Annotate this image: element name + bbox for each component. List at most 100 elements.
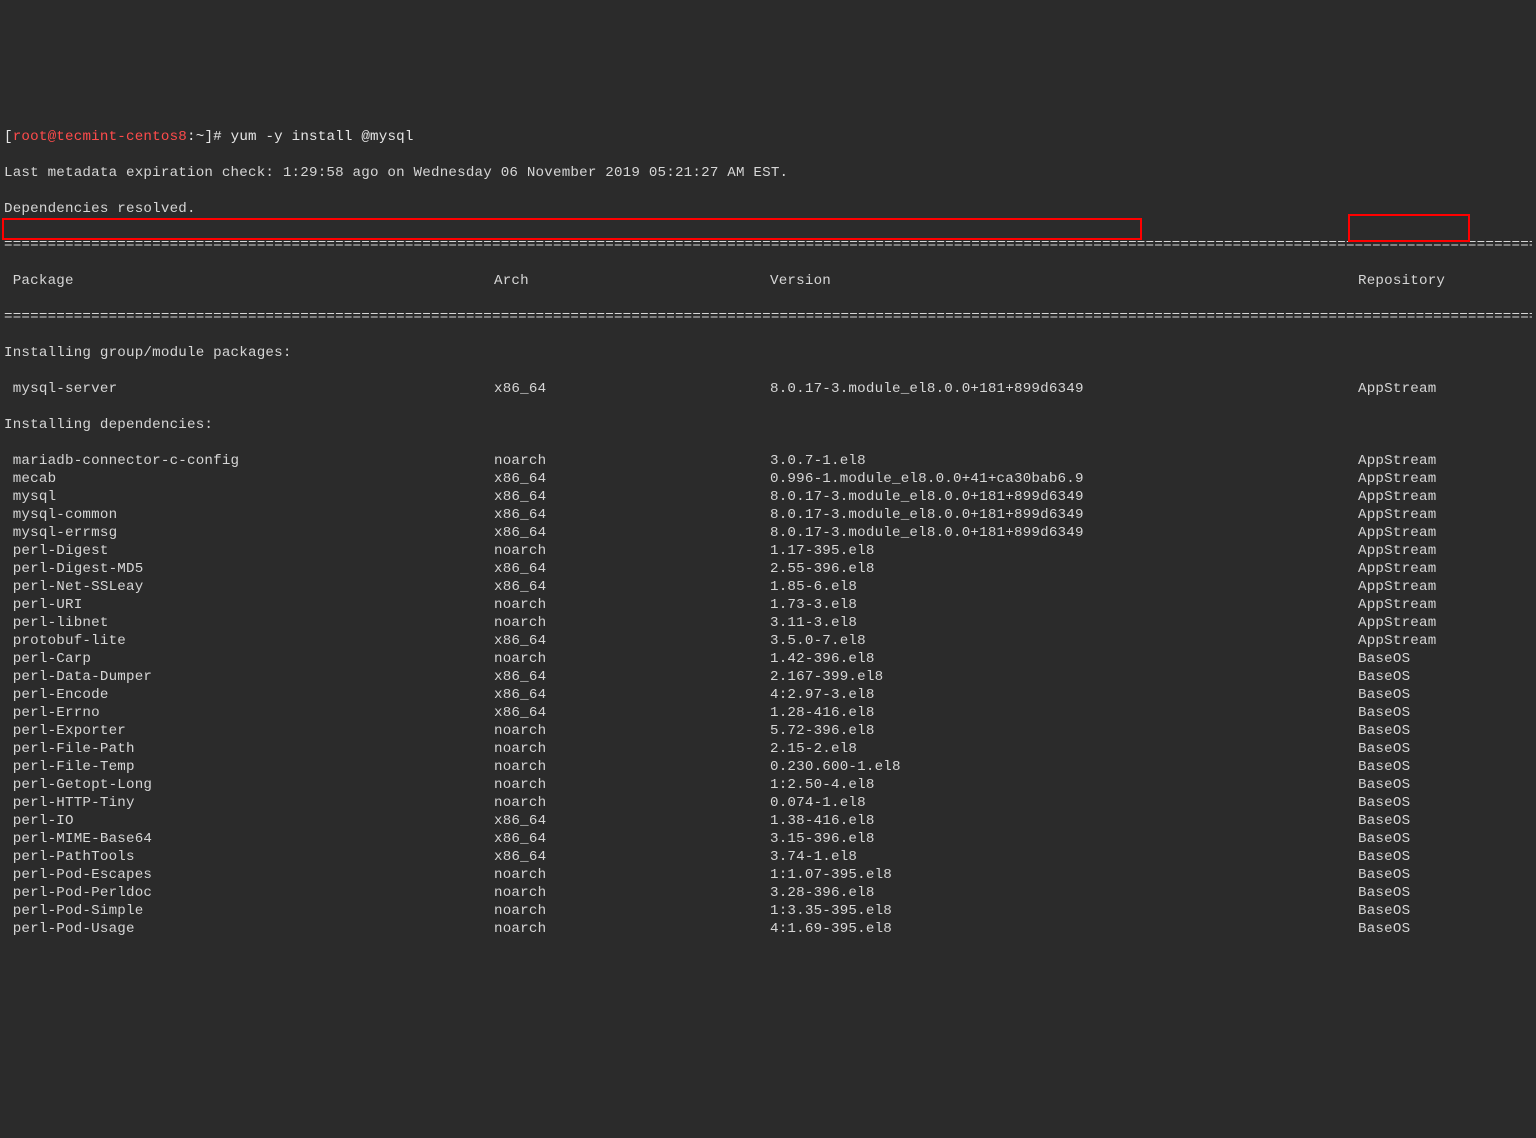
table-row: perl-HTTP-Tinynoarch0.074-1.el8BaseOS [4, 794, 1532, 812]
cell-version: 0.074-1.el8 [770, 794, 1358, 812]
table-row: perl-PathToolsx86_643.74-1.el8BaseOS [4, 848, 1532, 866]
separator-line: ========================================… [4, 308, 1532, 326]
cell-package: perl-URI [4, 596, 494, 614]
table-row: perl-Errnox86_641.28-416.el8BaseOS [4, 704, 1532, 722]
cell-repository: BaseOS [1358, 650, 1410, 668]
table-header-row: PackageArchVersionRepository [4, 272, 1532, 290]
cell-version: 1.17-395.el8 [770, 542, 1358, 560]
cell-version: 3.11-3.el8 [770, 614, 1358, 632]
cell-arch: x86_64 [494, 848, 770, 866]
table-row: mecabx86_640.996-1.module_el8.0.0+41+ca3… [4, 470, 1532, 488]
col-header-arch: Arch [494, 272, 770, 290]
separator-line: ========================================… [4, 236, 1532, 254]
cell-version: 3.28-396.el8 [770, 884, 1358, 902]
cell-repository: BaseOS [1358, 740, 1410, 758]
cell-arch: x86_64 [494, 578, 770, 596]
cell-package: perl-MIME-Base64 [4, 830, 494, 848]
cell-repository: BaseOS [1358, 812, 1410, 830]
cell-repository: BaseOS [1358, 848, 1410, 866]
cell-version: 2.55-396.el8 [770, 560, 1358, 578]
cell-version: 4:1.69-395.el8 [770, 920, 1358, 938]
output-line: Last metadata expiration check: 1:29:58 … [4, 164, 1532, 182]
cell-package: perl-IO [4, 812, 494, 830]
cell-version: 1.85-6.el8 [770, 578, 1358, 596]
cell-version: 1:2.50-4.el8 [770, 776, 1358, 794]
cell-arch: noarch [494, 920, 770, 938]
table-row: perl-Getopt-Longnoarch1:2.50-4.el8BaseOS [4, 776, 1532, 794]
table-row: perl-Pod-Perldocnoarch3.28-396.el8BaseOS [4, 884, 1532, 902]
table-row: perl-IOx86_641.38-416.el8BaseOS [4, 812, 1532, 830]
cell-repository: AppStream [1358, 380, 1436, 398]
cell-package: mecab [4, 470, 494, 488]
cell-version: 0.996-1.module_el8.0.0+41+ca30bab6.9 [770, 470, 1358, 488]
cell-repository: BaseOS [1358, 830, 1410, 848]
cell-arch: noarch [494, 596, 770, 614]
col-header-repository: Repository [1358, 272, 1445, 290]
cell-repository: AppStream [1358, 614, 1436, 632]
cell-package: perl-File-Temp [4, 758, 494, 776]
cell-package: perl-Net-SSLeay [4, 578, 494, 596]
cell-package: mysql-server [4, 380, 494, 398]
cell-arch: noarch [494, 902, 770, 920]
cell-arch: noarch [494, 650, 770, 668]
table-row: perl-Exporternoarch5.72-396.el8BaseOS [4, 722, 1532, 740]
cell-repository: AppStream [1358, 452, 1436, 470]
cell-arch: noarch [494, 452, 770, 470]
cell-arch: x86_64 [494, 632, 770, 650]
table-row: protobuf-litex86_643.5.0-7.el8AppStream [4, 632, 1532, 650]
table-row: perl-Encodex86_644:2.97-3.el8BaseOS [4, 686, 1532, 704]
cell-repository: AppStream [1358, 542, 1436, 560]
cell-package: perl-Encode [4, 686, 494, 704]
table-row: perl-Pod-Usagenoarch4:1.69-395.el8BaseOS [4, 920, 1532, 938]
cell-arch: x86_64 [494, 704, 770, 722]
cell-version: 1:1.07-395.el8 [770, 866, 1358, 884]
command-text: yum -y install @mysql [222, 129, 414, 145]
cell-package: perl-Pod-Perldoc [4, 884, 494, 902]
cell-version: 8.0.17-3.module_el8.0.0+181+899d6349 [770, 524, 1358, 542]
cell-repository: AppStream [1358, 578, 1436, 596]
cell-arch: noarch [494, 776, 770, 794]
section-header: Installing group/module packages: [4, 344, 1532, 362]
table-row: mysql-errmsgx86_648.0.17-3.module_el8.0.… [4, 524, 1532, 542]
table-row: perl-Carpnoarch1.42-396.el8BaseOS [4, 650, 1532, 668]
table-row: perl-MIME-Base64x86_643.15-396.el8BaseOS [4, 830, 1532, 848]
cell-version: 2.167-399.el8 [770, 668, 1358, 686]
cell-package: perl-Digest-MD5 [4, 560, 494, 578]
cell-repository: BaseOS [1358, 920, 1410, 938]
cell-package: perl-Digest [4, 542, 494, 560]
cell-repository: BaseOS [1358, 776, 1410, 794]
cell-version: 3.0.7-1.el8 [770, 452, 1358, 470]
cell-repository: AppStream [1358, 524, 1436, 542]
prompt-open-bracket: [ [4, 129, 13, 145]
cell-repository: AppStream [1358, 470, 1436, 488]
cell-arch: noarch [494, 614, 770, 632]
cell-package: perl-PathTools [4, 848, 494, 866]
cell-arch: x86_64 [494, 560, 770, 578]
cell-package: mysql-errmsg [4, 524, 494, 542]
col-header-version: Version [770, 272, 1358, 290]
cell-package: mariadb-connector-c-config [4, 452, 494, 470]
cell-repository: BaseOS [1358, 704, 1410, 722]
cell-package: perl-Carp [4, 650, 494, 668]
cell-arch: x86_64 [494, 686, 770, 704]
cell-version: 1.73-3.el8 [770, 596, 1358, 614]
table-row: mysql-commonx86_648.0.17-3.module_el8.0.… [4, 506, 1532, 524]
terminal-output[interactable]: [root@tecmint-centos8:~]# yum -y install… [0, 90, 1536, 1048]
cell-package: perl-Pod-Simple [4, 902, 494, 920]
cell-package: mysql-common [4, 506, 494, 524]
cell-arch: noarch [494, 884, 770, 902]
table-row: perl-Digestnoarch1.17-395.el8AppStream [4, 542, 1532, 560]
cell-repository: BaseOS [1358, 668, 1410, 686]
cell-arch: noarch [494, 794, 770, 812]
prompt-line[interactable]: [root@tecmint-centos8:~]# yum -y install… [4, 128, 1532, 146]
table-row: mariadb-connector-c-confignoarch3.0.7-1.… [4, 452, 1532, 470]
cell-package: perl-File-Path [4, 740, 494, 758]
cell-repository: BaseOS [1358, 884, 1410, 902]
cell-repository: BaseOS [1358, 722, 1410, 740]
cell-version: 1.28-416.el8 [770, 704, 1358, 722]
table-row: perl-File-Tempnoarch0.230.600-1.el8BaseO… [4, 758, 1532, 776]
table-row: mysql-serverx86_648.0.17-3.module_el8.0.… [4, 380, 1532, 398]
cell-arch: noarch [494, 542, 770, 560]
cell-version: 3.74-1.el8 [770, 848, 1358, 866]
cell-arch: x86_64 [494, 488, 770, 506]
